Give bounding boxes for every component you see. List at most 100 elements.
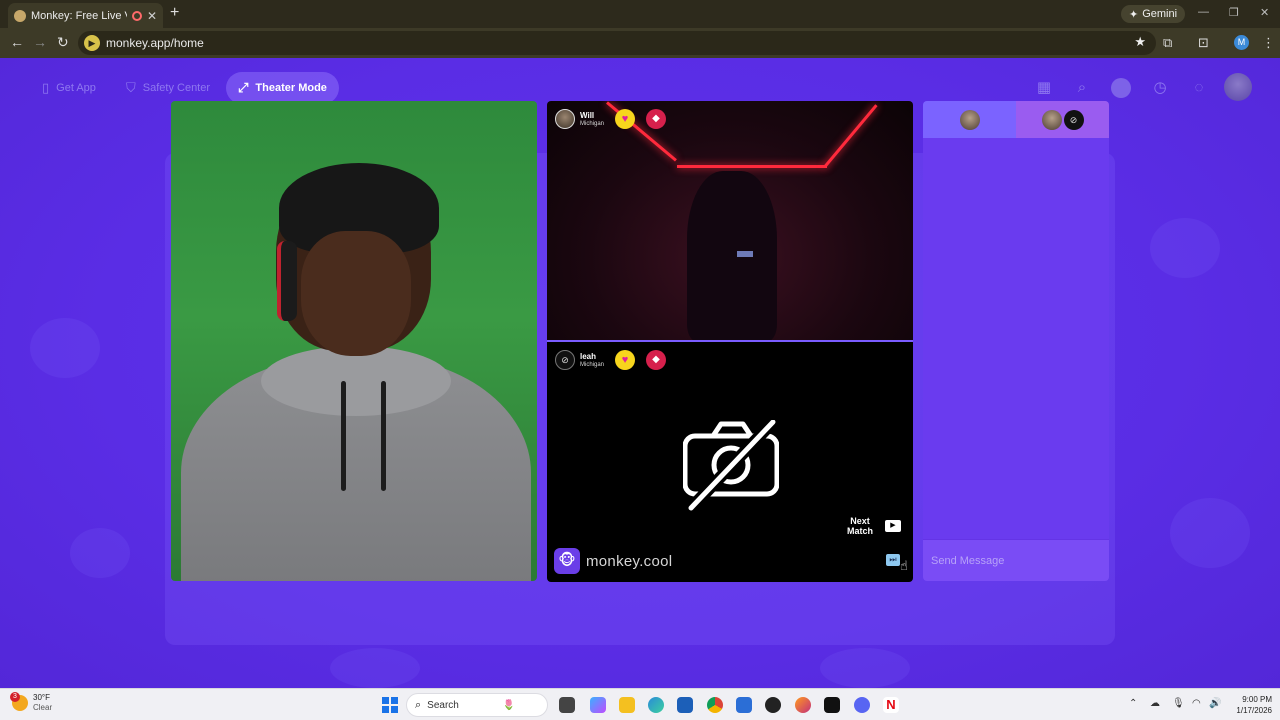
no-camera-avatar-icon: ⊘ bbox=[1063, 109, 1084, 130]
file-explorer-icon[interactable] bbox=[619, 697, 635, 713]
background-blob bbox=[820, 648, 910, 688]
address-bar[interactable]: ▶ monkey.app/home ★ bbox=[78, 31, 1156, 55]
volume-icon[interactable]: 🔊 bbox=[1209, 698, 1221, 709]
next-match-line2: Match bbox=[847, 526, 874, 536]
theater-mode-label: Theater Mode bbox=[255, 82, 327, 94]
chat-tab-match-2[interactable]: ⊘ bbox=[1016, 101, 1109, 138]
next-match-label[interactable]: Next Match bbox=[847, 516, 873, 536]
start-button[interactable] bbox=[382, 697, 398, 713]
chat-panel: ⊘ Send Message bbox=[923, 101, 1109, 581]
user-avatar[interactable] bbox=[1224, 73, 1252, 101]
windows-logo-icon bbox=[382, 697, 389, 704]
taskbar-search-label: Search bbox=[427, 699, 459, 711]
history-icon[interactable]: ◷ bbox=[1150, 78, 1170, 98]
chat-tabs: ⊘ bbox=[923, 101, 1109, 138]
browser-tab-strip: Monkey: Free Live Video Ch ✕ + ✦ Gemini … bbox=[0, 0, 1280, 28]
background-blob bbox=[30, 318, 100, 378]
task-view-icon[interactable] bbox=[559, 697, 575, 713]
expand-icon: ⤢ bbox=[238, 80, 249, 95]
maximize-icon[interactable]: ❐ bbox=[1229, 6, 1239, 19]
forward-icon[interactable]: → bbox=[33, 34, 47, 50]
gemini-button[interactable]: ✦ Gemini bbox=[1121, 5, 1186, 23]
person-hood bbox=[261, 346, 451, 416]
heart-icon[interactable]: ♥ bbox=[615, 109, 636, 129]
temperature: 30°F bbox=[33, 693, 50, 702]
minimize-icon[interactable]: — bbox=[1198, 6, 1209, 18]
tab-close-icon[interactable]: ✕ bbox=[147, 9, 157, 23]
close-window-icon[interactable]: ✕ bbox=[1260, 6, 1269, 19]
taskbar-search[interactable]: ⌕ Search 🌷 bbox=[406, 693, 548, 717]
self-video-feed bbox=[171, 101, 537, 581]
match-user-tag[interactable]: ⊘ leah Michigan ♥ ◆ bbox=[555, 350, 667, 370]
camera-off-icon bbox=[683, 420, 779, 512]
profile-avatar[interactable]: M bbox=[1234, 35, 1249, 50]
browser-toolbar: ← → ↻ ▶ monkey.app/home ★ ⧉ ⊡ M ⋮ bbox=[0, 28, 1280, 58]
match-name: leah bbox=[580, 351, 597, 361]
gemini-label: Gemini bbox=[1142, 8, 1178, 20]
tray-chevron-icon[interactable]: ⌃ bbox=[1129, 698, 1137, 709]
theater-mode-button[interactable]: ⤢ Theater Mode bbox=[226, 72, 339, 104]
next-match-key-icon[interactable]: ▶ bbox=[885, 520, 901, 532]
obs-icon[interactable] bbox=[765, 697, 781, 713]
get-app-button[interactable]: ▯ Get App bbox=[30, 72, 108, 104]
system-clock[interactable]: 9:00 PM 1/17/2026 bbox=[1226, 694, 1272, 716]
bookmark-star-icon[interactable]: ★ bbox=[1134, 34, 1146, 50]
microphone-icon[interactable]: 🎙 bbox=[1172, 698, 1185, 709]
gemini-sparkle-icon: ✦ bbox=[1129, 8, 1139, 21]
clock-time: 9:00 PM bbox=[1242, 695, 1272, 704]
browser-tab[interactable]: Monkey: Free Live Video Ch ✕ bbox=[8, 3, 163, 28]
tab-search-icon[interactable]: ⊡ bbox=[1198, 35, 1209, 51]
hoodie-string bbox=[341, 381, 346, 491]
send-message-input[interactable]: Send Message bbox=[923, 539, 1109, 581]
search-icon: ⌕ bbox=[415, 698, 422, 711]
brand-watermark: 🐵 monkey.cool bbox=[554, 548, 672, 574]
remote-person bbox=[687, 171, 777, 341]
remote-video-feed-2: ⊘ leah Michigan ♥ ◆ Next Match ▶ 🐵 monke… bbox=[547, 342, 913, 582]
badge-icon[interactable]: ◆ bbox=[646, 109, 667, 129]
shirt-logo bbox=[737, 251, 753, 257]
chrome-icon[interactable] bbox=[707, 697, 723, 713]
recording-indicator-icon bbox=[131, 10, 142, 21]
heart-icon[interactable]: ♥ bbox=[615, 350, 636, 370]
epic-games-icon[interactable] bbox=[824, 697, 840, 713]
safety-center-button[interactable]: ⛉ Safety Center bbox=[114, 72, 222, 104]
led-strip bbox=[677, 165, 827, 168]
sun-icon: 3 bbox=[10, 692, 28, 711]
onedrive-icon[interactable]: ☁ bbox=[1150, 698, 1160, 709]
chat-tab-avatar bbox=[959, 109, 980, 130]
reload-icon[interactable]: ↻ bbox=[57, 34, 69, 51]
skip-icon[interactable]: ⏭ bbox=[886, 554, 900, 566]
new-tab-button[interactable]: + bbox=[170, 4, 179, 22]
store-icon[interactable]: ▦ bbox=[1034, 78, 1054, 98]
safety-center-label: Safety Center bbox=[142, 82, 211, 94]
photos-icon[interactable] bbox=[677, 697, 693, 713]
edge-icon[interactable] bbox=[648, 697, 664, 713]
badge-icon[interactable]: ◆ bbox=[646, 350, 667, 370]
led-strip bbox=[823, 104, 878, 168]
wifi-icon[interactable]: ◠ bbox=[1192, 698, 1201, 709]
firefox-icon[interactable] bbox=[795, 697, 811, 713]
match-location: Michigan bbox=[580, 361, 605, 368]
tab-title: Monkey: Free Live Video Ch bbox=[31, 9, 127, 22]
menu-kebab-icon[interactable]: ⋮ bbox=[1262, 35, 1275, 51]
coin-icon[interactable] bbox=[1111, 78, 1131, 98]
copilot-icon[interactable] bbox=[590, 697, 606, 713]
weather-widget[interactable]: 3 30°F Clear bbox=[10, 692, 52, 713]
windows-taskbar: 3 30°F Clear ⌕ Search 🌷 N ⌃ ☁ 🎙 ◠ 🔊 9:00… bbox=[0, 688, 1280, 720]
windows-logo-icon bbox=[391, 697, 398, 704]
headset-icon bbox=[277, 241, 297, 321]
discord-icon[interactable] bbox=[854, 697, 870, 713]
site-info-icon[interactable]: ▶ bbox=[84, 35, 100, 51]
monkey-favicon-icon bbox=[14, 9, 26, 22]
chat-icon[interactable]: ◌ bbox=[1189, 78, 1209, 98]
back-icon[interactable]: ← bbox=[10, 34, 24, 50]
search-icon[interactable]: ⌕ bbox=[1072, 78, 1092, 98]
next-match-line1: Next bbox=[850, 516, 870, 526]
match-user-tag[interactable]: Will Michigan ♥ ◆ bbox=[555, 109, 667, 129]
extensions-icon[interactable]: ⧉ bbox=[1163, 35, 1172, 51]
weather-text: 30°F Clear bbox=[33, 693, 52, 713]
chat-tab-match-1[interactable] bbox=[923, 101, 1016, 138]
shield-icon: ⛉ bbox=[126, 80, 136, 95]
netflix-icon[interactable]: N bbox=[883, 697, 899, 713]
outlook-icon[interactable] bbox=[736, 697, 752, 713]
